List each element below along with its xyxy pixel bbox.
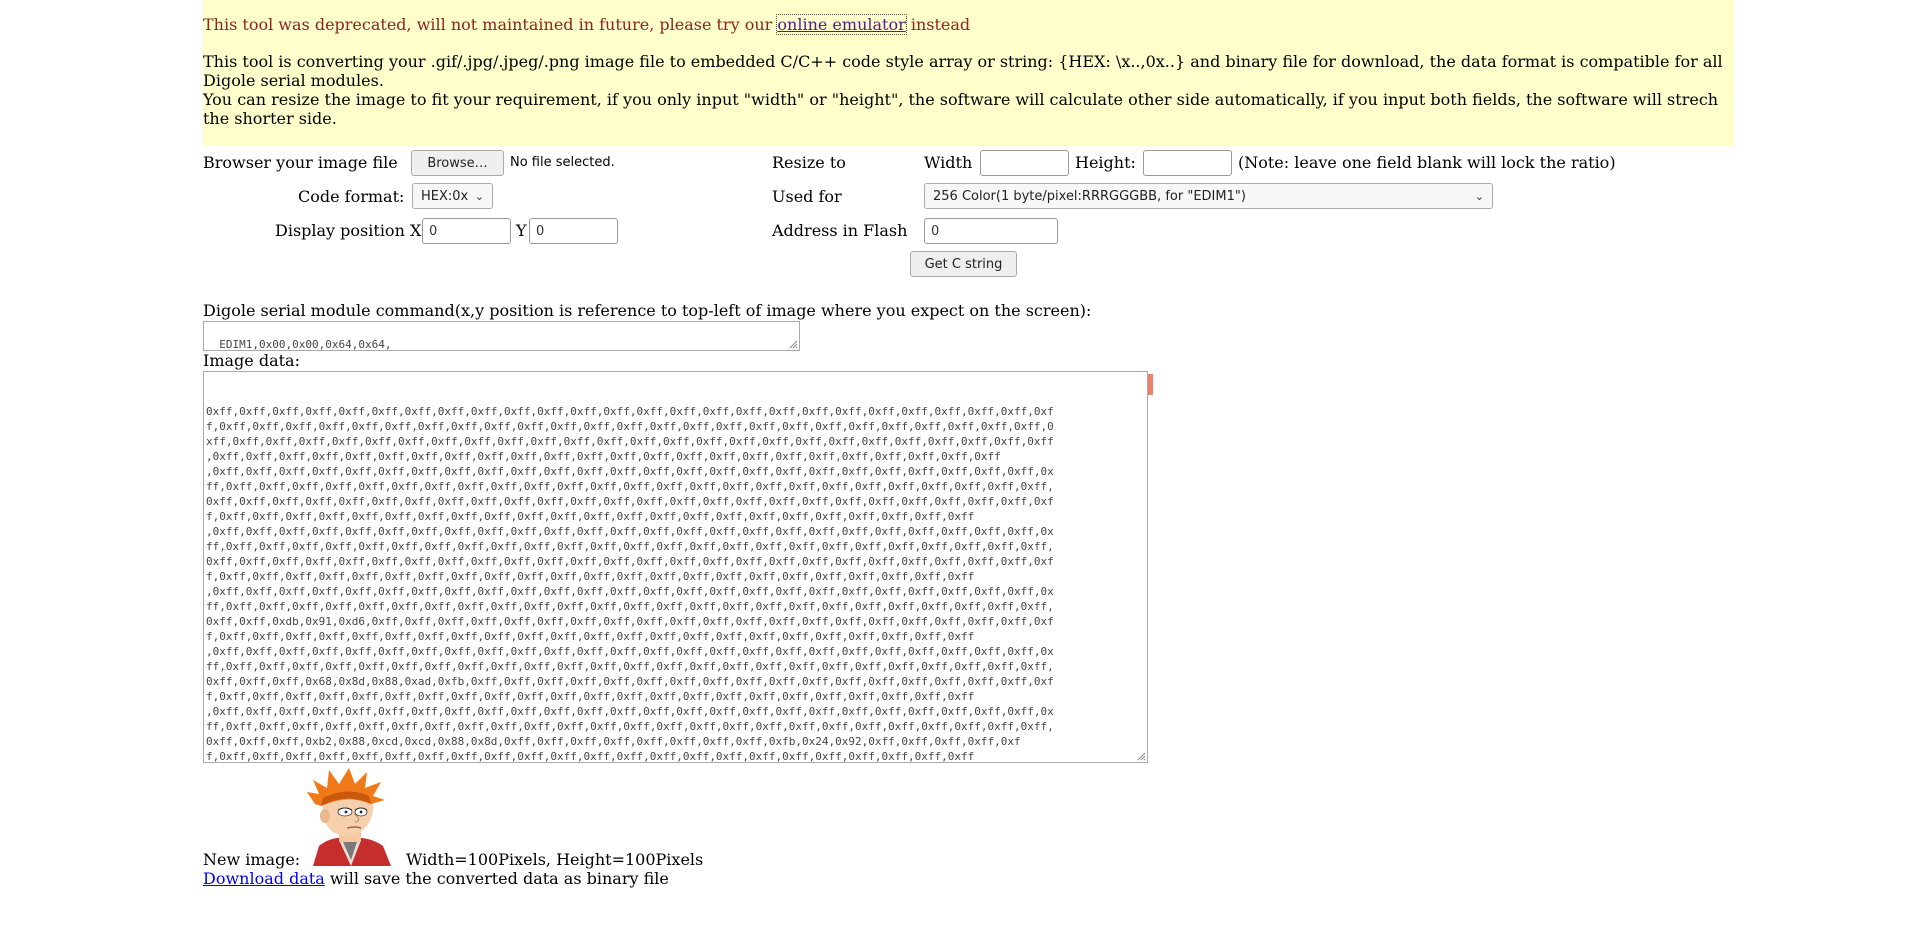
command-label: Digole serial module command(x,y positio… xyxy=(203,301,1092,320)
deprecation-text-after: instead xyxy=(910,15,971,34)
image-dimensions: Width=100Pixels, Height=100Pixels xyxy=(406,850,704,869)
intro-paragraph-1: This tool is converting your .gif/.jpg/.… xyxy=(203,52,1723,90)
image-data-line: f,0xff,0xff,0xff,0xff,0xff,0xff,0xff,0xf… xyxy=(206,420,1054,433)
download-data-link[interactable]: Download data xyxy=(203,869,325,888)
image-data-line: ,0xff,0xff,0xff,0xff,0xff,0xff,0xff,0xff… xyxy=(206,585,1054,598)
image-data-line: 0xff,0xff,0xff,0xff,0xff,0xff,0xff,0xff,… xyxy=(206,495,1054,508)
code-format-label: Code format: xyxy=(298,187,405,206)
command-textarea[interactable]: EDIM1,0x00,0x00,0x64,0x64, xyxy=(203,321,800,351)
display-position-label: Display position X xyxy=(275,221,422,240)
scrollbar-thumb[interactable] xyxy=(1148,374,1153,395)
image-data-line: ,0xff,0xff,0xff,0xff,0xff,0xff,0xff,0xff… xyxy=(206,525,1054,538)
download-note: will save the converted data as binary f… xyxy=(329,869,669,888)
command-value: EDIM1,0x00,0x00,0x64,0x64, xyxy=(219,338,392,351)
get-c-string-button[interactable]: Get C string xyxy=(910,251,1017,277)
resize-grip-icon[interactable] xyxy=(788,339,798,349)
image-data-line: f,0xff,0xff,0xff,0xff,0xff,0xff,0xff,0xf… xyxy=(206,690,975,703)
image-data-line: ff,0xff,0xff,0xff,0xff,0xff,0xff,0xff,0x… xyxy=(206,720,1054,733)
image-data-line: 0xff,0xff,0xff,0xff,0xff,0xff,0xff,0xff,… xyxy=(206,405,1054,418)
image-data-line: ,0xff,0xff,0xff,0xff,0xff,0xff,0xff,0xff… xyxy=(206,645,1054,658)
image-data-line: 0xff,0xff,0xff,0x68,0x8d,0x88,0xad,0xfb,… xyxy=(206,675,1054,688)
image-data-line: ff,0xff,0xff,0xff,0xff,0xff,0xff,0xff,0x… xyxy=(206,540,1054,553)
image-data-textarea[interactable]: 0xff,0xff,0xff,0xff,0xff,0xff,0xff,0xff,… xyxy=(203,371,1148,763)
chevron-down-icon: ⌄ xyxy=(474,189,484,203)
browse-label: Browser your image file xyxy=(203,153,398,172)
image-data-line: f,0xff,0xff,0xff,0xff,0xff,0xff,0xff,0xf… xyxy=(206,510,975,523)
file-status: No file selected. xyxy=(510,155,615,170)
converted-image-preview xyxy=(301,766,401,866)
resize-label: Resize to xyxy=(772,153,846,172)
width-label: Width xyxy=(924,153,973,172)
image-data-line: ff,0xff,0xff,0xff,0xff,0xff,0xff,0xff,0x… xyxy=(206,660,1054,673)
used-for-label: Used for xyxy=(772,187,842,206)
code-format-select[interactable]: HEX:0x ⌄ xyxy=(412,183,493,209)
code-format-value: HEX:0x xyxy=(421,188,469,204)
y-label: Y xyxy=(516,221,527,240)
chevron-down-icon: ⌄ xyxy=(1474,189,1484,203)
online-emulator-link[interactable]: online emulator xyxy=(776,14,907,35)
image-data-line: f,0xff,0xff,0xff,0xff,0xff,0xff,0xff,0xf… xyxy=(206,570,975,583)
image-data-line: ,0xff,0xff,0xff,0xff,0xff,0xff,0xff,0xff… xyxy=(206,705,1054,718)
image-data-line: f,0xff,0xff,0xff,0xff,0xff,0xff,0xff,0xf… xyxy=(206,630,975,643)
height-label: Height: xyxy=(1075,153,1136,172)
new-image-label: New image: xyxy=(203,850,301,869)
image-data-lines: 0xff,0xff,0xff,0xff,0xff,0xff,0xff,0xff,… xyxy=(206,404,1145,763)
width-input[interactable] xyxy=(980,150,1069,176)
deprecation-text: This tool was deprecated, will not maint… xyxy=(203,15,773,34)
image-data-line: xff,0xff,0xff,0xff,0xff,0xff,0xff,0xff,0… xyxy=(206,435,1054,448)
resize-grip-icon[interactable] xyxy=(1136,751,1146,761)
image-data-line: ,0xff,0xff,0xff,0xff,0xff,0xff,0xff,0xff… xyxy=(206,465,1054,478)
image-data-line: 0xff,0xff,0xdb,0x91,0xd6,0xff,0xff,0xff,… xyxy=(206,615,1054,628)
height-input[interactable] xyxy=(1143,150,1232,176)
image-data-label: Image data: xyxy=(203,351,300,370)
image-data-line: ff,0xff,0xff,0xff,0xff,0xff,0xff,0xff,0x… xyxy=(206,600,1054,613)
image-data-line: ff,0xff,0xff,0xff,0xff,0xff,0xff,0xff,0x… xyxy=(206,480,1054,493)
browse-button[interactable]: Browse… xyxy=(411,150,504,176)
image-data-line: 0xff,0xff,0xff,0xff,0xff,0xff,0xff,0xff,… xyxy=(206,555,1054,568)
used-for-value: 256 Color(1 byte/pixel:RRRGGGBB, for "ED… xyxy=(933,188,1246,204)
x-position-input[interactable]: 0 xyxy=(422,218,511,244)
image-data-line: f,0xff,0xff,0xff,0xff,0xff,0xff,0xff,0xf… xyxy=(206,750,975,763)
address-label: Address in Flash xyxy=(772,221,908,240)
address-input[interactable]: 0 xyxy=(924,218,1058,244)
resize-note: (Note: leave one field blank will lock t… xyxy=(1238,153,1616,172)
deprecation-notice: This tool was deprecated, will not maint… xyxy=(203,14,971,35)
y-position-input[interactable]: 0 xyxy=(529,218,618,244)
image-data-line: ,0xff,0xff,0xff,0xff,0xff,0xff,0xff,0xff… xyxy=(206,450,1001,463)
download-row: Download data will save the converted da… xyxy=(203,869,669,888)
intro-paragraph-2: You can resize the image to fit your req… xyxy=(203,90,1719,128)
image-data-line: 0xff,0xff,0xff,0xb2,0x88,0xcd,0xcd,0x88,… xyxy=(206,735,1021,748)
used-for-select[interactable]: 256 Color(1 byte/pixel:RRRGGGBB, for "ED… xyxy=(924,183,1493,209)
